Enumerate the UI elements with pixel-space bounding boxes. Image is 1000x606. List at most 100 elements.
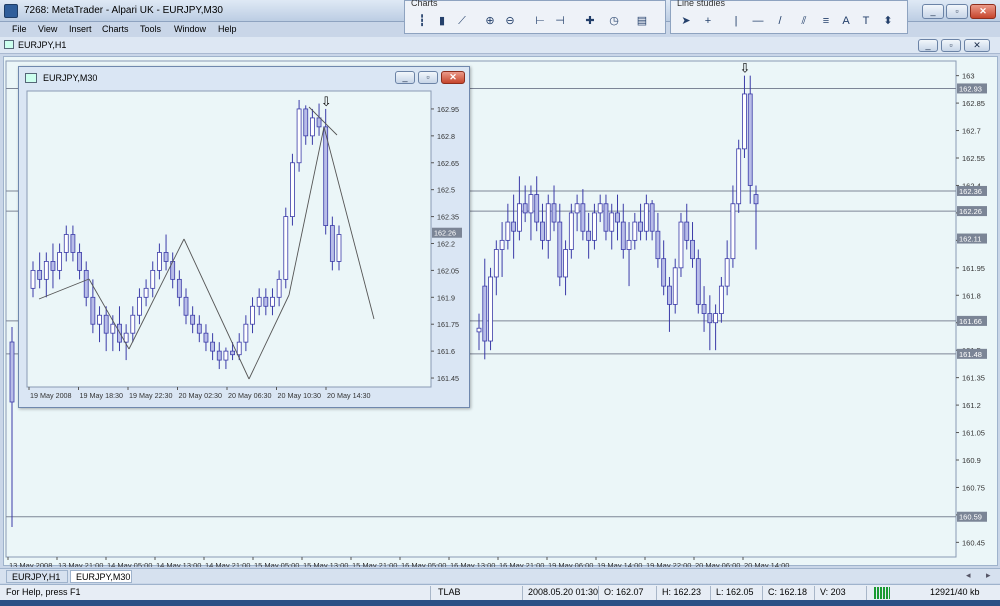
candle-body bbox=[57, 252, 63, 271]
candle-body bbox=[90, 296, 96, 325]
y-tick-label: 162.85 bbox=[962, 99, 985, 108]
candle-body bbox=[534, 194, 540, 223]
y-tick-label: 160.45 bbox=[962, 538, 985, 547]
y-tick-label: 161.75 bbox=[437, 320, 459, 329]
menu-help[interactable]: Help bbox=[218, 24, 237, 34]
chart-close-button[interactable]: ✕ bbox=[964, 39, 990, 52]
text-icon[interactable]: A bbox=[837, 13, 855, 30]
x-tick-label: 19 May 22:30 bbox=[129, 391, 173, 400]
candle-body bbox=[183, 296, 189, 316]
price-label: 162.26 bbox=[434, 229, 456, 238]
candle-body bbox=[701, 304, 707, 314]
candle-body bbox=[574, 203, 580, 214]
arrow-down-icon[interactable]: ⇩ bbox=[739, 62, 750, 77]
app-minimize-button[interactable]: _ bbox=[922, 4, 944, 19]
candle-body bbox=[499, 239, 505, 250]
candle-body bbox=[110, 323, 116, 334]
chart-window-icon bbox=[4, 40, 14, 49]
candle-body bbox=[156, 252, 162, 271]
x-tick-label: 14 May 05:00 bbox=[107, 561, 152, 567]
tabs-scroll-right-icon[interactable]: ▸ bbox=[986, 570, 991, 581]
candle-body bbox=[747, 93, 753, 186]
candle-body bbox=[493, 249, 499, 278]
candle-body bbox=[283, 216, 289, 280]
chart-minimize-button[interactable]: _ bbox=[918, 39, 938, 52]
fibonacci-icon[interactable]: ≡ bbox=[817, 13, 835, 30]
crosshair-icon[interactable]: + bbox=[699, 13, 717, 30]
chart-shift-icon[interactable]: ⊢ bbox=[531, 13, 549, 30]
price-label: 161.66 bbox=[959, 317, 982, 326]
child-chart-window[interactable]: EURJPY,M30 _ ▫ ✕ 162.95 162.8 162.65 162.5 1… bbox=[18, 66, 470, 408]
candle-body bbox=[70, 234, 76, 253]
x-tick-label: 15 May 05:00 bbox=[254, 561, 299, 567]
candle-body bbox=[190, 314, 196, 325]
candle-body bbox=[557, 221, 563, 278]
tabs-scroll-left-icon[interactable]: ◂ bbox=[966, 570, 971, 581]
chart-restore-button[interactable]: ▫ bbox=[941, 39, 961, 52]
candle-body bbox=[753, 194, 759, 205]
menu-charts[interactable]: Charts bbox=[102, 24, 129, 34]
trendline-icon[interactable]: / bbox=[771, 13, 789, 30]
arrow-down-icon[interactable]: ⇩ bbox=[321, 95, 332, 110]
menu-insert[interactable]: Insert bbox=[69, 24, 92, 34]
status-open: O: 162.07 bbox=[604, 587, 644, 597]
candle-body bbox=[742, 93, 747, 150]
charts-toolbar-title: Charts bbox=[411, 0, 438, 8]
menu-file[interactable]: File bbox=[12, 24, 27, 34]
status-high: H: 162.23 bbox=[662, 587, 702, 597]
line-chart-icon[interactable]: ⟋ bbox=[453, 13, 471, 30]
indicators-icon[interactable]: ✚ bbox=[581, 13, 599, 30]
plot-area[interactable] bbox=[26, 90, 432, 388]
y-tick-label: 161.35 bbox=[962, 374, 985, 383]
candle-body bbox=[97, 314, 102, 325]
candle-body bbox=[678, 221, 684, 269]
menu-view[interactable]: View bbox=[38, 24, 57, 34]
price-label: 160.59 bbox=[959, 513, 982, 522]
candle-body bbox=[724, 258, 730, 287]
autoscroll-icon[interactable]: ⊣ bbox=[551, 13, 569, 30]
candle-body bbox=[150, 269, 156, 289]
zoom-in-icon[interactable]: ⊕ bbox=[481, 13, 499, 30]
app-close-button[interactable]: ✕ bbox=[970, 4, 996, 19]
candlestick-icon[interactable]: ▮ bbox=[433, 13, 451, 30]
y-tick-label: 162.7 bbox=[962, 127, 981, 136]
y-tick-label: 162.8 bbox=[437, 132, 455, 141]
status-profile: TLAB bbox=[438, 587, 461, 597]
x-tick-label: 15 May 13:00 bbox=[303, 561, 348, 567]
candle-body bbox=[603, 203, 609, 232]
app-title: 7268: MetaTrader - Alpari UK - EURJPY,M3… bbox=[24, 5, 223, 16]
arrows-icon[interactable]: ⬍ bbox=[879, 13, 897, 30]
candle-body bbox=[203, 332, 209, 343]
templates-icon[interactable]: ▤ bbox=[633, 13, 651, 30]
candle-body bbox=[303, 108, 309, 137]
candle-body bbox=[511, 221, 517, 232]
vertical-line-icon[interactable]: | bbox=[727, 13, 745, 30]
candle-body bbox=[522, 203, 528, 214]
candle-body bbox=[488, 276, 493, 342]
x-tick-label: 20 May 14:00 bbox=[744, 561, 789, 567]
text-label-icon[interactable]: T bbox=[857, 13, 875, 30]
channel-icon[interactable]: ⫽ bbox=[795, 13, 813, 30]
zoom-out-icon[interactable]: ⊖ bbox=[501, 13, 519, 30]
menu-window[interactable]: Window bbox=[174, 24, 206, 34]
candle-body bbox=[163, 252, 169, 262]
tab-eurjpy-m30[interactable]: EURJPY,M30 bbox=[70, 570, 132, 583]
child-chart-svg[interactable]: 162.95 162.8 162.65 162.5 162.35 162.2 162.05 1… bbox=[19, 67, 471, 409]
taskbar bbox=[0, 600, 1000, 606]
price-label: 162.93 bbox=[959, 84, 982, 93]
candle-body bbox=[256, 296, 262, 307]
y-tick-label: 162.35 bbox=[437, 213, 459, 222]
y-tick-label: 162.95 bbox=[437, 105, 459, 114]
periods-icon[interactable]: ◷ bbox=[605, 13, 623, 30]
price-label: 162.11 bbox=[959, 235, 981, 244]
candle-body bbox=[620, 221, 626, 250]
candle-body bbox=[223, 350, 229, 361]
cursor-icon[interactable]: ➤ bbox=[677, 13, 695, 30]
bar-chart-icon[interactable]: ┇ bbox=[413, 13, 431, 30]
horizontal-line-icon[interactable]: — bbox=[749, 13, 767, 30]
candle-body bbox=[236, 341, 242, 356]
candle-body bbox=[568, 212, 574, 250]
tab-eurjpy-h1[interactable]: EURJPY,H1 bbox=[6, 570, 68, 583]
app-restore-button[interactable]: ▫ bbox=[946, 4, 968, 19]
menu-tools[interactable]: Tools bbox=[140, 24, 161, 34]
